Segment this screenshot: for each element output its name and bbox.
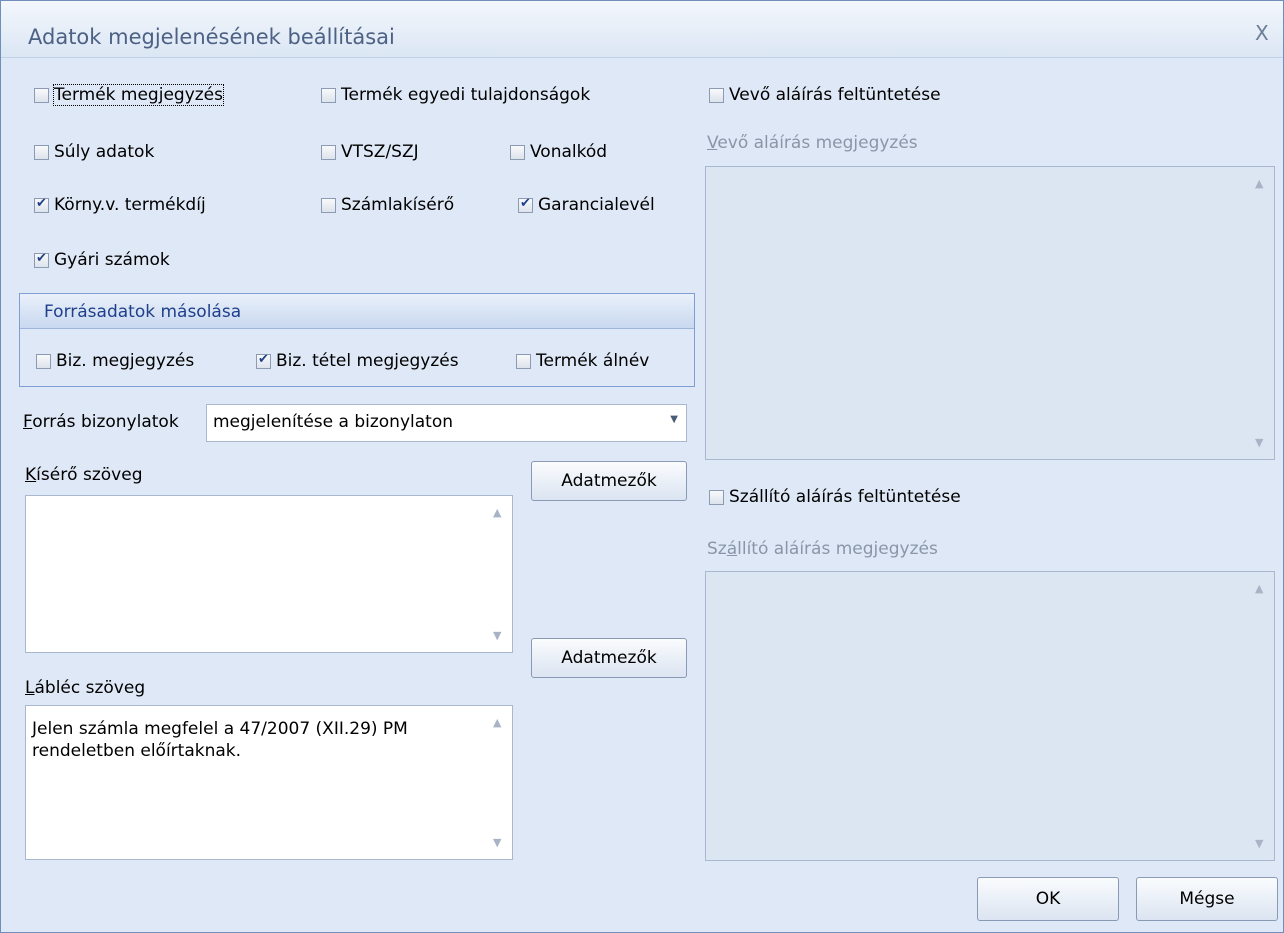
checkbox-termek-egyedi[interactable]: Termék egyedi tulajdonságok (321, 85, 590, 105)
vevo-note-textarea: ▲ ▼ (705, 166, 1275, 460)
checkbox-szallito-alairas[interactable]: Szállító aláírás feltüntetése (709, 487, 961, 507)
checkbox-box[interactable] (321, 144, 336, 160)
chevron-down-icon[interactable]: ▼ (670, 414, 678, 425)
scrollbar[interactable]: ▲ ▼ (484, 496, 512, 652)
checkbox-biz-tetel[interactable]: Biz. tétel megjegyzés (256, 351, 459, 371)
checkbox-box[interactable] (36, 353, 51, 369)
lablec-fields-button[interactable]: Adatmezők (531, 638, 687, 678)
checkbox-box[interactable] (516, 353, 531, 369)
lablec-label: Lábléc szöveg (25, 678, 146, 698)
scroll-up-icon: ▲ (1255, 582, 1264, 595)
checkbox-box[interactable] (510, 144, 525, 160)
checkbox-termek-megjegyzes[interactable]: Termék megjegyzés (34, 84, 224, 106)
ok-button[interactable]: OK (977, 877, 1119, 921)
checkbox-box[interactable] (321, 197, 336, 213)
checkbox-box[interactable] (709, 489, 724, 505)
checkbox-biz-megjegyzes[interactable]: Biz. megjegyzés (36, 351, 194, 371)
checkbox-vtsz[interactable]: VTSZ/SZJ (321, 142, 419, 162)
kisero-label: Kísérő szöveg (25, 465, 143, 485)
source-docs-combo[interactable]: megjelenítése a bizonylaton ▼ (206, 404, 687, 442)
checkbox-box[interactable] (709, 87, 724, 103)
checkbox-korny[interactable]: Körny.v. termékdíj (34, 195, 206, 215)
title-bar: Adatok megjelenésének beállításai X (1, 1, 1283, 58)
checkbox-suly-adatok[interactable]: Súly adatok (34, 142, 154, 162)
checkbox-gyari-szamok[interactable]: Gyári számok (34, 250, 170, 270)
group-title: Forrásadatok másolása (44, 302, 242, 322)
close-icon[interactable]: X (1255, 23, 1269, 43)
checkbox-box[interactable] (34, 251, 49, 268)
scroll-down-icon[interactable]: ▼ (493, 629, 501, 642)
scrollbar[interactable]: ▲ ▼ (484, 706, 512, 859)
scrollbar: ▲ ▼ (1246, 572, 1274, 860)
lablec-textarea[interactable]: Jelen számla megfelel a 47/2007 (XII.29)… (25, 705, 513, 860)
scroll-up-icon[interactable]: ▲ (493, 506, 501, 519)
checkbox-box[interactable] (321, 87, 336, 103)
source-docs-label: Forrás bizonylatok (23, 412, 179, 432)
scroll-up-icon[interactable]: ▲ (493, 716, 501, 729)
scroll-down-icon[interactable]: ▼ (493, 836, 501, 849)
scroll-up-icon: ▲ (1255, 177, 1264, 190)
checkbox-box[interactable] (34, 196, 49, 213)
cancel-button[interactable]: Mégse (1136, 877, 1278, 921)
checkbox-box[interactable] (34, 87, 49, 103)
checkbox-box[interactable] (518, 196, 533, 213)
dialog-title: Adatok megjelenésének beállításai (28, 25, 395, 49)
group-header: Forrásadatok másolása (20, 294, 694, 329)
szallito-note-label: Szállító aláírás megjegyzés (707, 539, 938, 559)
scroll-down-icon: ▼ (1255, 436, 1264, 449)
checkbox-szamlakisero[interactable]: Számlakísérő (321, 195, 454, 215)
checkbox-termek-alnev[interactable]: Termék álnév (516, 351, 649, 371)
checkbox-box[interactable] (256, 352, 271, 369)
scrollbar: ▲ ▼ (1246, 167, 1274, 459)
szallito-note-textarea: ▲ ▼ (705, 571, 1275, 861)
checkbox-box[interactable] (34, 144, 49, 160)
kisero-fields-button[interactable]: Adatmezők (531, 461, 687, 501)
lablec-text: Jelen számla megfelel a 47/2007 (XII.29)… (32, 719, 408, 761)
checkbox-vevo-alairas[interactable]: Vevő aláírás feltüntetése (709, 85, 941, 105)
checkbox-vonalkod[interactable]: Vonalkód (510, 142, 607, 162)
source-copy-group: Forrásadatok másolása Biz. megjegyzés Bi… (19, 293, 695, 387)
checkbox-garancialevel[interactable]: Garancialevél (518, 195, 655, 215)
combo-value: megjelenítése a bizonylaton (213, 412, 453, 432)
scroll-down-icon: ▼ (1255, 837, 1264, 850)
settings-dialog: Adatok megjelenésének beállításai X Term… (0, 0, 1284, 933)
kisero-textarea[interactable]: ▲ ▼ (25, 495, 513, 653)
vevo-note-label: Vevő aláírás megjegyzés (707, 133, 918, 153)
